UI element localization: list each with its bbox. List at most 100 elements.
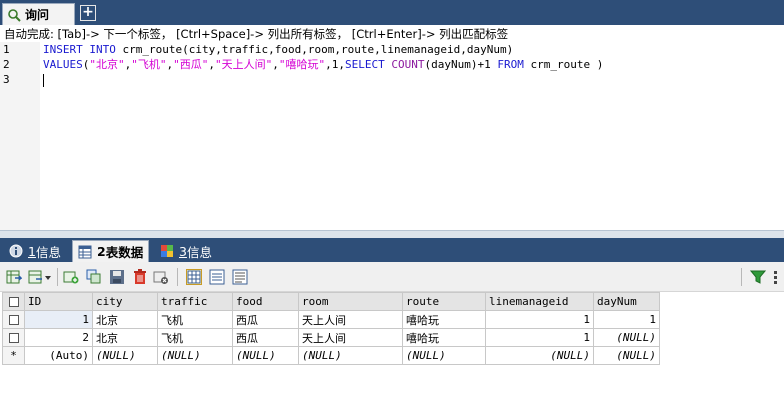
save-icon[interactable] [109,269,125,285]
column-header[interactable]: food [232,292,299,311]
column-header[interactable]: city [92,292,158,311]
sql-text: ,1, [325,58,345,71]
filter-icon[interactable] [750,269,766,285]
checkbox[interactable] [8,333,19,343]
code-line-1: INSERT INTO crm_route(city,traffic,food,… [43,42,783,57]
line-number-gutter: 1 2 3 [0,42,40,230]
tab-number: 3 [179,243,187,259]
grid-cell[interactable]: 嘻哈玩 [402,310,486,329]
grid-cell[interactable]: (Auto) [24,346,93,365]
dropdown-arrow-icon[interactable] [44,269,52,285]
grid-cell[interactable]: 1 [593,310,660,329]
multicolor-info-icon [161,245,173,257]
table-icon [78,245,92,258]
grid-cell[interactable]: 西瓜 [232,310,299,329]
grid-cell[interactable]: (NULL) [157,346,233,365]
grid-cell[interactable]: 嘻哈玩 [402,328,486,347]
toolbar-divider [57,268,58,286]
grid-cell[interactable]: 天上人间 [298,328,403,347]
sql-text: (dayNum)+1 [424,58,498,71]
info-icon [9,244,23,258]
sql-string: "嘻哈玩" [278,58,326,71]
tab-label: 信息 [35,244,61,260]
tab-number: 1 [28,243,36,259]
grid-cell[interactable]: 2 [24,328,93,347]
add-tab-button[interactable]: + [80,5,96,21]
toolbar-divider [177,268,178,286]
query-tab-bar: 询问 + [0,0,784,25]
grid-cell[interactable]: 北京 [92,328,158,347]
sql-text: crm_route(city,traffic,food,room,route,l… [115,43,514,56]
add-row-icon[interactable] [63,269,79,285]
row-checkbox-cell[interactable] [2,310,25,329]
grid-cell[interactable]: (NULL) [92,346,158,365]
column-header[interactable]: dayNum [593,292,660,311]
autocomplete-hint: 自动完成: [Tab]-> 下一个标签， [Ctrl+Space]-> 列出所有… [0,26,784,42]
duplicate-row-icon[interactable] [86,269,102,285]
query-tab-label: 询问 [25,8,50,22]
sql-keyword: FROM [497,58,524,71]
sql-text: crm_route ) [523,58,604,71]
tab-label: 表数据 [105,245,144,260]
toolbar-divider [741,268,742,286]
grid-view-icon[interactable] [186,269,202,285]
line-number: 2 [3,58,10,71]
grid-cell[interactable]: 1 [485,310,594,329]
tab-label: 信息 [186,244,212,260]
text-view-icon[interactable] [232,269,248,285]
cancel-changes-icon[interactable] [153,269,169,285]
export-icon[interactable] [6,269,22,285]
grid-cell[interactable]: 1 [485,328,594,347]
tab-messages-3[interactable]: 3 信息 [155,240,217,262]
line-number: 1 [3,43,10,56]
grid-cell[interactable]: (NULL) [232,346,299,365]
select-all-checkbox[interactable] [2,292,25,311]
tab-number: 2 [97,244,106,259]
sql-keyword: VALUES [43,58,83,71]
tab-messages-1[interactable]: 1 信息 [4,240,66,262]
more-options-icon[interactable] [770,269,782,285]
sql-function: COUNT [391,58,425,71]
sql-string: "飞机" [131,58,167,71]
grid-header-row: ID city traffic food room route linemana… [2,292,660,311]
delete-icon[interactable] [132,269,148,285]
grid-cell[interactable]: (NULL) [298,346,403,365]
sql-string: "北京" [89,58,125,71]
grid-cell[interactable]: 飞机 [157,310,233,329]
sql-string: "西瓜" [173,58,209,71]
checkbox[interactable] [8,315,19,325]
result-grid: ID city traffic food room route linemana… [2,292,660,365]
grid-cell[interactable]: (NULL) [402,346,486,365]
text-caret [43,73,44,87]
query-icon [8,8,21,22]
sql-editor[interactable]: 1 2 3 INSERT INTO crm_route(city,traffic… [0,42,784,230]
pane-splitter[interactable] [0,230,784,238]
table-row[interactable]: 2 北京 飞机 西瓜 天上人间 嘻哈玩 1 (NULL) [2,328,660,347]
import-icon[interactable] [28,269,44,285]
code-lines[interactable]: INSERT INTO crm_route(city,traffic,food,… [43,42,783,87]
column-header[interactable]: room [298,292,403,311]
grid-cell[interactable]: 飞机 [157,328,233,347]
grid-cell[interactable]: 1 [24,310,93,329]
result-grid-area: ID city traffic food room route linemana… [0,292,784,420]
grid-cell[interactable]: 北京 [92,310,158,329]
table-row[interactable]: 1 北京 飞机 西瓜 天上人间 嘻哈玩 1 1 [2,310,660,329]
tab-table-data[interactable]: 2 表数据 [72,240,150,262]
column-header[interactable]: route [402,292,486,311]
form-view-icon[interactable] [209,269,225,285]
column-header[interactable]: linemanageid [485,292,594,311]
column-header[interactable]: ID [24,292,93,311]
result-tab-bar: 1 信息 2 表数据 3 信息 [0,238,784,262]
grid-cell[interactable]: (NULL) [593,328,660,347]
column-header[interactable]: traffic [157,292,233,311]
grid-cell[interactable]: (NULL) [593,346,660,365]
grid-cell[interactable]: 天上人间 [298,310,403,329]
grid-cell[interactable]: (NULL) [485,346,594,365]
query-tab[interactable]: 询问 [2,3,75,25]
checkbox[interactable] [8,297,19,307]
grid-cell[interactable]: 西瓜 [232,328,299,347]
code-line-3 [43,72,783,87]
new-row[interactable]: * (Auto) (NULL) (NULL) (NULL) (NULL) (NU… [2,346,660,365]
sql-keyword: SELECT [345,58,385,71]
row-checkbox-cell[interactable] [2,328,25,347]
